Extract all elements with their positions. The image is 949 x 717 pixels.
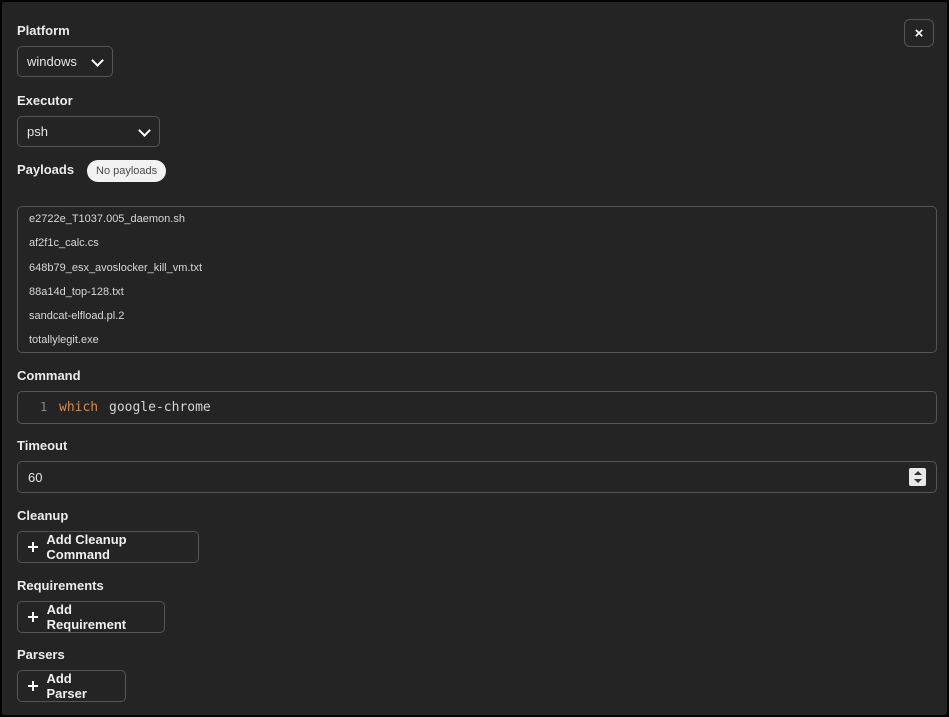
payload-item[interactable]: af2f1c_calc.cs: [29, 237, 99, 249]
add-parser-label: Add Parser: [46, 671, 87, 701]
payload-item[interactable]: 88a14d_top-128.txt: [29, 286, 124, 298]
executor-select[interactable]: psh: [17, 116, 160, 147]
platform-select-value: windows: [27, 54, 77, 69]
platform-select[interactable]: windows: [17, 46, 113, 77]
timeout-label: Timeout: [17, 438, 68, 453]
plus-icon: [28, 681, 39, 691]
timeout-value: 60: [28, 469, 43, 485]
command-argument: google-chrome: [109, 400, 211, 415]
line-number: 1: [40, 400, 48, 414]
executor-select-value: psh: [27, 124, 48, 139]
chevron-down-icon: [138, 123, 151, 137]
plus-icon: [28, 612, 38, 622]
add-cleanup-command-label: Add Cleanup Command: [46, 532, 127, 562]
timeout-input[interactable]: 60: [17, 461, 937, 493]
parsers-label: Parsers: [17, 647, 65, 662]
executor-label: Executor: [17, 93, 73, 108]
ability-editor-panel: × Platform windows Executor psh Payloads…: [0, 0, 949, 717]
stepper-down-icon[interactable]: [914, 479, 922, 483]
number-stepper[interactable]: [909, 468, 926, 486]
add-requirement-label: Add Requirement: [46, 602, 127, 632]
close-icon: ×: [914, 24, 924, 42]
stepper-up-icon[interactable]: [914, 471, 922, 475]
payloads-label: Payloads: [17, 162, 75, 177]
payload-list[interactable]: e2722e_T1037.005_daemon.sh af2f1c_calc.c…: [17, 206, 937, 353]
command-editor[interactable]: 1 which google-chrome: [17, 391, 937, 424]
payload-item[interactable]: totallylegit.exe: [29, 334, 99, 346]
command-label: Command: [17, 368, 81, 383]
add-parser-button[interactable]: Add Parser: [17, 670, 126, 702]
requirements-label: Requirements: [17, 578, 104, 593]
cleanup-label: Cleanup: [17, 508, 69, 523]
platform-label: Platform: [17, 23, 70, 38]
no-payloads-badge: No payloads: [87, 160, 167, 182]
payload-item[interactable]: 648b79_esx_avoslocker_kill_vm.txt: [29, 262, 202, 274]
payload-item[interactable]: e2722e_T1037.005_daemon.sh: [29, 213, 185, 225]
close-button[interactable]: ×: [904, 19, 934, 47]
chevron-down-icon: [91, 53, 104, 67]
add-cleanup-command-button[interactable]: Add Cleanup Command: [17, 531, 199, 563]
command-keyword: which: [59, 400, 99, 415]
payload-item[interactable]: sandcat-elfload.pl.2: [29, 310, 124, 322]
plus-icon: [28, 542, 39, 552]
add-requirement-button[interactable]: Add Requirement: [17, 601, 165, 633]
